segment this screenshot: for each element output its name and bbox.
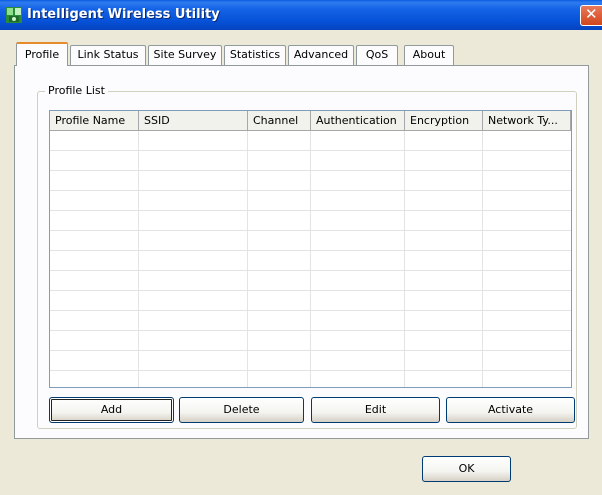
wireless-utility-icon bbox=[6, 7, 22, 23]
table-row bbox=[50, 171, 571, 191]
table-row bbox=[50, 371, 571, 387]
table-row bbox=[50, 231, 571, 251]
table-cell bbox=[50, 371, 483, 387]
table-cell bbox=[50, 231, 483, 250]
tab-about[interactable]: About bbox=[404, 45, 454, 65]
table-row bbox=[50, 251, 571, 271]
table-cell bbox=[50, 291, 483, 310]
table-cell bbox=[50, 211, 483, 230]
table-cell bbox=[50, 131, 483, 150]
add-button[interactable]: Add bbox=[49, 397, 174, 423]
table-row bbox=[50, 131, 571, 151]
table-row bbox=[50, 151, 571, 171]
table-cell bbox=[50, 311, 483, 330]
close-icon: ✕ bbox=[585, 5, 598, 23]
tab-profile[interactable]: Profile bbox=[16, 42, 68, 66]
table-row bbox=[50, 271, 571, 291]
tab-link-status[interactable]: Link Status bbox=[70, 45, 146, 65]
title-bar[interactable]: Intelligent Wireless Utility ✕ bbox=[0, 0, 602, 30]
table-header: Profile Name SSID Channel Authentication… bbox=[50, 111, 571, 131]
table-cell bbox=[50, 331, 483, 350]
close-button[interactable]: ✕ bbox=[580, 5, 602, 26]
tab-advanced[interactable]: Advanced bbox=[288, 45, 354, 65]
table-row bbox=[50, 211, 571, 231]
table-cell bbox=[50, 151, 483, 170]
table-row bbox=[50, 191, 571, 211]
tab-site-survey[interactable]: Site Survey bbox=[148, 45, 222, 65]
table-cell bbox=[50, 271, 483, 290]
column-header-network-type[interactable]: Network Ty... bbox=[483, 111, 571, 131]
table-cell bbox=[50, 251, 483, 270]
delete-button[interactable]: Delete bbox=[179, 397, 304, 423]
table-row bbox=[50, 331, 571, 351]
table-cell bbox=[50, 351, 483, 370]
table-row bbox=[50, 291, 571, 311]
activate-button[interactable]: Activate bbox=[446, 397, 575, 423]
ok-button[interactable]: OK bbox=[422, 456, 511, 482]
tab-qos[interactable]: QoS bbox=[356, 45, 398, 65]
column-header-channel[interactable]: Channel bbox=[248, 111, 311, 131]
edit-button[interactable]: Edit bbox=[311, 397, 440, 423]
profile-list-label: Profile List bbox=[45, 84, 108, 97]
table-cell bbox=[50, 191, 483, 210]
table-row bbox=[50, 351, 571, 371]
column-header-profile-name[interactable]: Profile Name bbox=[50, 111, 139, 131]
window-title: Intelligent Wireless Utility bbox=[27, 7, 220, 22]
table-cell bbox=[50, 171, 483, 190]
table-row bbox=[50, 311, 571, 331]
tab-statistics[interactable]: Statistics bbox=[224, 45, 286, 65]
column-header-encryption[interactable]: Encryption bbox=[405, 111, 483, 131]
column-header-ssid[interactable]: SSID bbox=[139, 111, 248, 131]
profile-list-table[interactable]: Profile Name SSID Channel Authentication… bbox=[49, 110, 572, 388]
column-header-authentication[interactable]: Authentication bbox=[311, 111, 405, 131]
